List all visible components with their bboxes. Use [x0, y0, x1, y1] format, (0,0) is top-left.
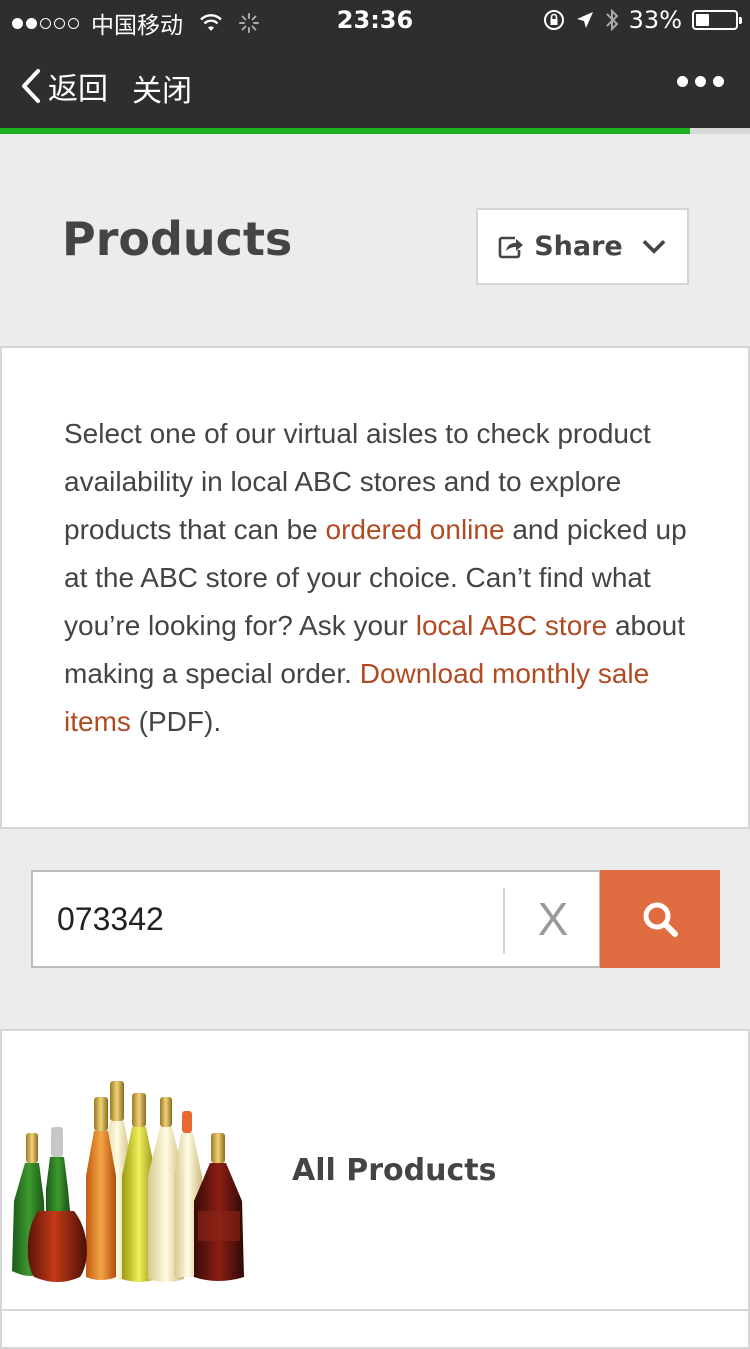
nav-bar: 返回 关闭	[0, 40, 750, 128]
chevron-left-icon	[22, 69, 40, 103]
battery-percent: 33%	[628, 6, 682, 34]
battery-icon	[692, 10, 742, 30]
search-button[interactable]	[600, 870, 720, 968]
page-title: Products	[62, 212, 293, 266]
intro-card: Select one of our virtual aisles to chec…	[0, 346, 750, 829]
location-arrow-icon	[576, 12, 593, 28]
close-button[interactable]: 关闭	[132, 66, 192, 110]
rotation-lock-icon	[543, 10, 564, 30]
share-label: Share	[534, 231, 623, 262]
back-button[interactable]: 返回	[20, 64, 108, 108]
page-load-progress-fill	[0, 128, 690, 134]
share-icon	[498, 236, 524, 258]
search-input[interactable]	[33, 872, 503, 966]
share-button[interactable]: Share	[476, 208, 689, 285]
intro-text-part: (PDF).	[130, 706, 222, 737]
search-icon	[643, 902, 678, 937]
category-card-all-products[interactable]: All Products	[0, 1029, 750, 1311]
bottles-image	[12, 1081, 244, 1282]
intro-text: Select one of our virtual aisles to chec…	[64, 410, 688, 746]
local-store-link[interactable]: local ABC store	[416, 610, 607, 641]
clear-search-button[interactable]: X	[505, 872, 601, 966]
more-options-icon[interactable]	[677, 76, 724, 87]
bluetooth-icon	[605, 8, 619, 32]
category-label: All Products	[292, 1153, 497, 1188]
ordered-online-link[interactable]: ordered online	[326, 514, 505, 545]
battery-level	[696, 14, 709, 26]
category-card-next[interactable]	[0, 1309, 750, 1349]
search-box: X	[31, 870, 601, 968]
status-right: 33%	[543, 6, 742, 34]
back-label: 返回	[48, 72, 108, 107]
page-load-progress	[0, 128, 750, 134]
clear-icon: X	[537, 893, 569, 945]
status-bar: 中国移动 23:36 33%	[0, 0, 750, 40]
chevron-down-icon	[642, 239, 666, 254]
